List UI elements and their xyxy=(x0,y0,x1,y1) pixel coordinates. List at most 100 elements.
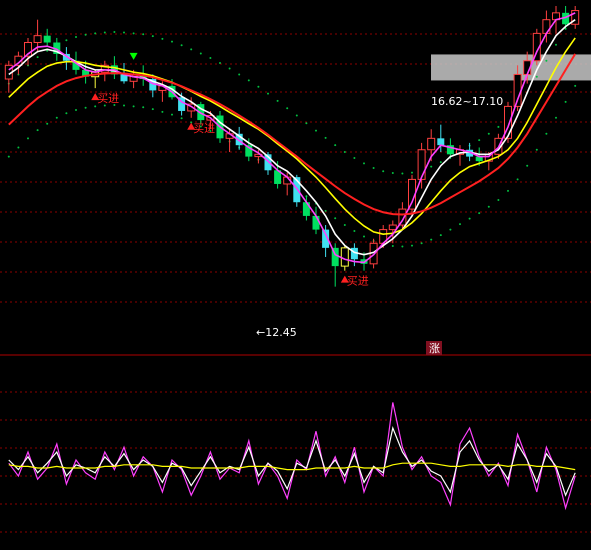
dot-band-point xyxy=(334,144,337,147)
buy-signal-label: 买进 xyxy=(193,122,215,135)
candle-body xyxy=(33,35,42,44)
dot-band-point xyxy=(36,129,39,132)
dot-band-point xyxy=(545,59,548,62)
dot-band-point xyxy=(526,164,529,167)
dot-band-point xyxy=(65,112,68,115)
dot-band-point xyxy=(276,99,279,102)
dot-band-point xyxy=(7,155,10,158)
dot-band-point xyxy=(94,32,97,35)
dot-band-point xyxy=(334,217,337,220)
dot-band-point xyxy=(516,178,519,181)
dot-band-point xyxy=(94,105,97,108)
stock-chart: 买进 买进 买进 ←12.45 16.62~17.10 涨 xyxy=(0,0,591,546)
dot-band-point xyxy=(324,209,327,212)
dot-band-point xyxy=(27,137,29,140)
dot-band-point xyxy=(497,125,500,128)
dot-band-point xyxy=(180,117,183,120)
dot-band-point xyxy=(507,189,509,192)
dot-band-point xyxy=(401,172,404,175)
dot-band-point xyxy=(487,205,490,208)
dot-band-point xyxy=(65,39,68,42)
candle-body xyxy=(43,35,51,43)
dot-band-point xyxy=(219,62,221,65)
dot-band-point xyxy=(209,57,212,60)
dot-band-point xyxy=(238,73,241,76)
dot-band-point xyxy=(46,122,49,125)
dot-band-point xyxy=(468,217,471,220)
dot-band-point xyxy=(286,107,289,110)
low-price-label: ←12.45 xyxy=(256,326,297,339)
dot-band-point xyxy=(84,106,87,109)
dot-band-point xyxy=(295,114,298,117)
dot-band-point xyxy=(343,224,346,227)
dot-band-point xyxy=(267,92,269,95)
dot-band-point xyxy=(142,106,145,109)
dot-band-point xyxy=(555,43,557,46)
candle-body xyxy=(312,215,320,230)
candle-body xyxy=(427,137,436,151)
dot-band-point xyxy=(123,104,125,107)
dot-band-point xyxy=(151,108,154,111)
dot-band-point xyxy=(401,245,404,248)
dot-band-point xyxy=(497,198,500,201)
dot-band-point xyxy=(363,235,365,238)
dot-band-point xyxy=(180,44,183,47)
dot-band-point xyxy=(430,238,433,241)
candle-body xyxy=(437,138,445,146)
dot-band-point xyxy=(161,37,164,40)
dot-band-point xyxy=(420,242,423,245)
dot-band-point xyxy=(228,67,231,70)
dot-band-point xyxy=(478,212,481,215)
dot-band-point xyxy=(142,33,145,36)
dot-band-point xyxy=(123,31,125,34)
dot-band-point xyxy=(574,84,577,87)
buy-signal-label: 买进 xyxy=(97,92,119,105)
chart-canvas: 买进买进买进 ←12.45 16.62~17.10 涨 xyxy=(0,0,591,546)
candle-body xyxy=(302,202,310,216)
dot-band-point xyxy=(411,244,413,247)
dot-band-point xyxy=(84,33,87,36)
dot-band-point xyxy=(535,148,538,151)
dot-band-point xyxy=(103,31,106,34)
dot-band-point xyxy=(439,234,442,237)
dot-band-point xyxy=(545,132,548,135)
dot-band-point xyxy=(391,172,394,175)
dot-band-point xyxy=(113,31,116,34)
dot-band-point xyxy=(487,132,490,135)
dot-band-point xyxy=(151,35,154,38)
candle-body xyxy=(340,247,349,267)
dot-band-point xyxy=(439,161,442,164)
dot-band-point xyxy=(257,85,260,88)
buy-signal-label: 买进 xyxy=(347,275,369,288)
dot-band-point xyxy=(564,100,567,103)
dot-band-point xyxy=(391,245,394,248)
dot-band-point xyxy=(555,116,557,119)
range-price-label: 16.62~17.10 xyxy=(431,95,503,108)
dot-band-point xyxy=(190,48,193,51)
dot-band-point xyxy=(430,165,433,168)
dot-band-point xyxy=(75,36,77,39)
dot-band-point xyxy=(411,171,413,174)
dot-band-point xyxy=(353,229,356,232)
dot-band-point xyxy=(305,122,308,125)
rise-badge: 涨 xyxy=(429,342,440,355)
dot-band-point xyxy=(324,136,327,139)
dot-band-point xyxy=(372,167,375,169)
dot-band-point xyxy=(171,40,173,43)
dot-band-point xyxy=(459,223,461,226)
dot-band-point xyxy=(55,116,58,119)
dot-band-point xyxy=(199,52,202,55)
dot-band-point xyxy=(247,79,250,82)
dot-band-point xyxy=(382,170,385,173)
candle-body xyxy=(388,224,397,231)
dot-band-point xyxy=(161,110,164,113)
dot-band-point xyxy=(343,151,346,154)
dot-band-point xyxy=(363,162,365,165)
candle-body xyxy=(417,149,426,180)
dot-band-point xyxy=(449,228,452,231)
dot-band-point xyxy=(478,139,481,142)
dot-band-point xyxy=(132,32,135,35)
dot-band-point xyxy=(171,113,173,116)
dot-band-point xyxy=(17,146,20,149)
dot-band-point xyxy=(132,105,135,108)
